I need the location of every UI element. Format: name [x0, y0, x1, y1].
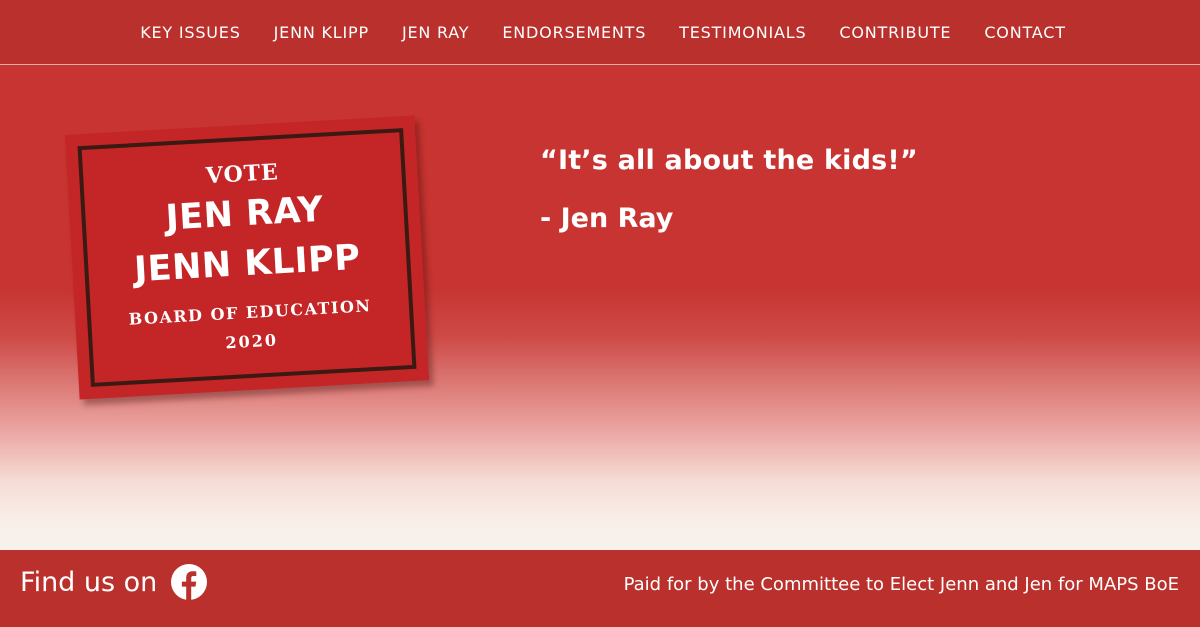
campaign-yard-sign: VOTE JEN RAY JENN KLIPP BOARD OF EDUCATI… — [64, 115, 430, 400]
sign-background: VOTE JEN RAY JENN KLIPP BOARD OF EDUCATI… — [64, 115, 430, 400]
top-navigation: KEY ISSUES JENN KLIPP JEN RAY ENDORSEMEN… — [0, 0, 1200, 65]
nav-link-jenn-klipp[interactable]: JENN KLIPP — [274, 23, 369, 42]
hero-quote: “It’s all about the kids!” — [540, 145, 918, 176]
find-us-on-facebook-link[interactable]: Find us on — [20, 564, 208, 600]
nav-menu: KEY ISSUES JENN KLIPP JEN RAY ENDORSEMEN… — [0, 0, 1200, 65]
paid-for-disclaimer: Paid for by the Committee to Elect Jenn … — [623, 574, 1179, 595]
nav-link-key-issues[interactable]: KEY ISSUES — [140, 23, 240, 42]
facebook-icon[interactable] — [171, 564, 208, 600]
hero-section: VOTE JEN RAY JENN KLIPP BOARD OF EDUCATI… — [0, 65, 1200, 550]
nav-link-endorsements[interactable]: ENDORSEMENTS — [502, 23, 646, 42]
find-us-label: Find us on — [20, 566, 158, 598]
nav-link-jen-ray[interactable]: JEN RAY — [402, 23, 469, 42]
nav-link-contact[interactable]: CONTACT — [984, 23, 1065, 42]
quote-attribution: - Jen Ray — [540, 203, 674, 234]
nav-link-contribute[interactable]: CONTRIBUTE — [839, 23, 951, 42]
nav-link-testimonials[interactable]: TESTIMONIALS — [679, 23, 806, 42]
footer: Find us on Paid for by the Committee to … — [0, 550, 1200, 627]
